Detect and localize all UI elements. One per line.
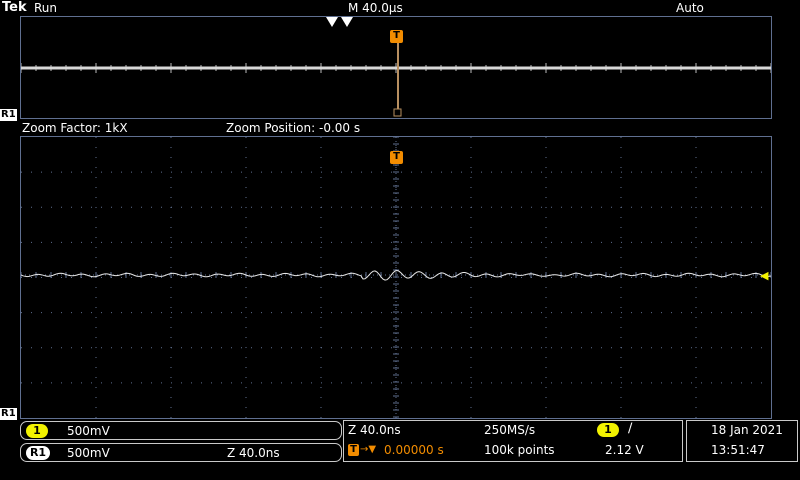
zoom-start-marker bbox=[326, 17, 338, 27]
overview-zoom-handle bbox=[393, 108, 402, 117]
zoom-timebase: Z 40.0ns bbox=[348, 423, 401, 437]
zoom-panel[interactable] bbox=[20, 136, 772, 419]
ch1-level-arrow-icon[interactable]: ◀ bbox=[760, 270, 768, 282]
rising-edge-icon: ∕ bbox=[628, 421, 633, 436]
zoom-position: Zoom Position: -0.00 s bbox=[226, 121, 361, 135]
sample-rate: 250MS/s bbox=[484, 423, 536, 437]
time: 13:51:47 bbox=[711, 443, 765, 457]
record-length: 100k points bbox=[484, 443, 555, 457]
zoom-factor: Zoom Factor: 1kX bbox=[22, 121, 128, 135]
main-timebase: M 40.0µs bbox=[348, 1, 403, 15]
ref1-status-pill[interactable]: R1 500mV Z 40.0ns bbox=[20, 443, 342, 462]
zoom-trigger-marker[interactable]: T bbox=[390, 151, 403, 164]
zoom-position-markers[interactable] bbox=[324, 16, 354, 28]
ref1-zoom-scale: Z 40.0ns bbox=[227, 446, 280, 460]
trigger-level: 2.12 V bbox=[605, 443, 644, 457]
trigger-delay-arrow-icon: →▼ bbox=[360, 444, 377, 455]
ch1-badge: 1 bbox=[26, 424, 48, 438]
ref1-badge: R1 bbox=[26, 446, 50, 460]
acquisition-trigger-panel[interactable]: Z 40.0ns 250MS/s 1 ∕ T →▼ 0.00000 s 100k… bbox=[343, 420, 683, 462]
ref1-marker-overview[interactable]: R1 bbox=[0, 109, 17, 121]
ref1-scale: 500mV bbox=[67, 446, 110, 460]
run-state: Run bbox=[34, 1, 58, 15]
date: 18 Jan 2021 bbox=[711, 423, 783, 437]
overview-trigger-marker[interactable]: T bbox=[390, 30, 403, 43]
datetime-panel[interactable]: 18 Jan 2021 13:51:47 bbox=[686, 420, 798, 462]
ref1-marker-zoom[interactable]: R1 bbox=[0, 408, 17, 420]
tek-logo: Tek bbox=[2, 0, 27, 15]
trigger-mode: Auto bbox=[676, 1, 704, 15]
trigger-source-badge: 1 bbox=[597, 423, 619, 437]
trigger-delay-icon: T bbox=[348, 444, 359, 456]
ch1-status-pill[interactable]: 1 500mV bbox=[20, 421, 342, 440]
ch1-scale: 500mV bbox=[67, 424, 110, 438]
zoom-graticule bbox=[21, 137, 771, 418]
trigger-delay: 0.00000 s bbox=[384, 443, 444, 457]
zoom-end-marker bbox=[341, 17, 353, 27]
